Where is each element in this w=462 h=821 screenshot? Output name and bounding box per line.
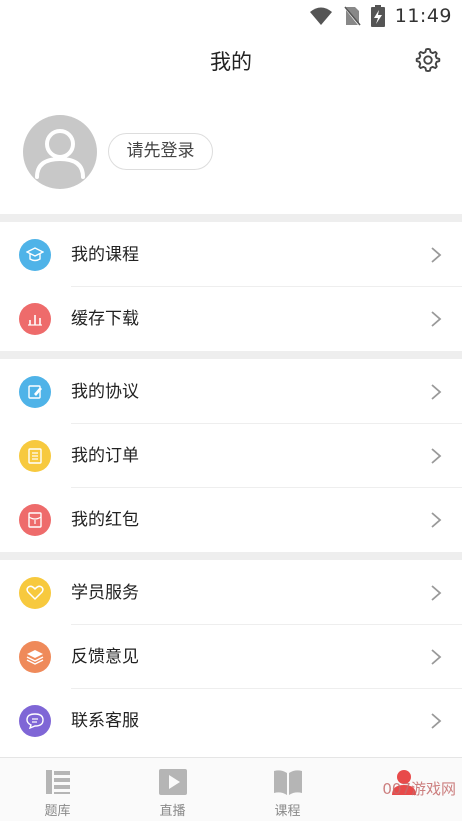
menu-item-label: 学员服务 (71, 583, 139, 603)
chevron-right-icon (431, 384, 442, 400)
menu-item-student-service[interactable]: 学员服务 (0, 561, 462, 625)
stack-icon (19, 641, 51, 673)
chat-bubble-icon (19, 705, 51, 737)
page-title: 我的 (210, 50, 252, 74)
chevron-right-icon (431, 649, 442, 665)
chevron-right-icon (431, 448, 442, 464)
red-envelope-icon (19, 504, 51, 536)
menu-item-label: 联系客服 (71, 711, 139, 731)
tab-mine[interactable]: 007游戏网 (345, 758, 462, 821)
section-divider (0, 214, 462, 222)
gear-icon[interactable] (414, 46, 442, 74)
menu-item-my-courses[interactable]: 我的课程 (0, 223, 462, 287)
tab-label: 题库 (44, 804, 71, 819)
avatar[interactable] (23, 115, 97, 189)
chevron-right-icon (431, 311, 442, 327)
menu-item-label: 我的课程 (71, 245, 139, 265)
person-icon (35, 129, 85, 179)
menu-item-contact-support[interactable]: 联系客服 (0, 689, 462, 753)
section-divider (0, 351, 462, 359)
menu-item-feedback[interactable]: 反馈意见 (0, 625, 462, 689)
menu-item-my-orders[interactable]: 我的订单 (0, 424, 462, 488)
bottom-tab-bar: 题库 直播 课程 007游戏网 (0, 757, 462, 821)
menu-item-label: 我的协议 (71, 382, 139, 402)
menu-item-my-agreement[interactable]: 我的协议 (0, 360, 462, 424)
no-sim-icon (342, 5, 361, 27)
tab-label: 直播 (159, 804, 186, 819)
chevron-right-icon (431, 713, 442, 729)
watermark: 007游戏网 (382, 780, 456, 798)
tab-courses[interactable]: 课程 (230, 758, 345, 821)
bar-chart-icon (19, 303, 51, 335)
edit-document-icon (19, 376, 51, 408)
login-button[interactable]: 请先登录 (108, 133, 213, 170)
chevron-right-icon (431, 585, 442, 601)
tab-live[interactable]: 直播 (115, 758, 230, 821)
header: 我的 (0, 36, 462, 84)
graduation-cap-icon (19, 239, 51, 271)
profile-section: 请先登录 (0, 112, 462, 212)
menu-item-label: 我的订单 (71, 446, 139, 466)
menu-item-my-red-packet[interactable]: 我的红包 (0, 488, 462, 552)
status-time: 11:49 (394, 5, 452, 27)
wifi-icon (309, 7, 332, 25)
play-icon (158, 769, 187, 795)
heart-icon (19, 577, 51, 609)
menu-item-label: 缓存下载 (71, 309, 139, 329)
chevron-right-icon (431, 247, 442, 263)
list-document-icon (19, 440, 51, 472)
tab-label: 课程 (274, 804, 301, 819)
chevron-right-icon (431, 512, 442, 528)
status-bar: 11:49 (0, 0, 462, 32)
question-bank-icon (45, 770, 70, 794)
menu-item-label: 反馈意见 (71, 647, 139, 667)
book-icon (273, 770, 302, 795)
tab-question-bank[interactable]: 题库 (0, 758, 115, 821)
menu-item-label: 我的红包 (71, 510, 139, 530)
section-divider (0, 552, 462, 560)
status-icons: 11:49 (309, 4, 452, 28)
menu-item-cache-download[interactable]: 缓存下载 (0, 287, 462, 351)
battery-charging-icon (370, 5, 385, 27)
